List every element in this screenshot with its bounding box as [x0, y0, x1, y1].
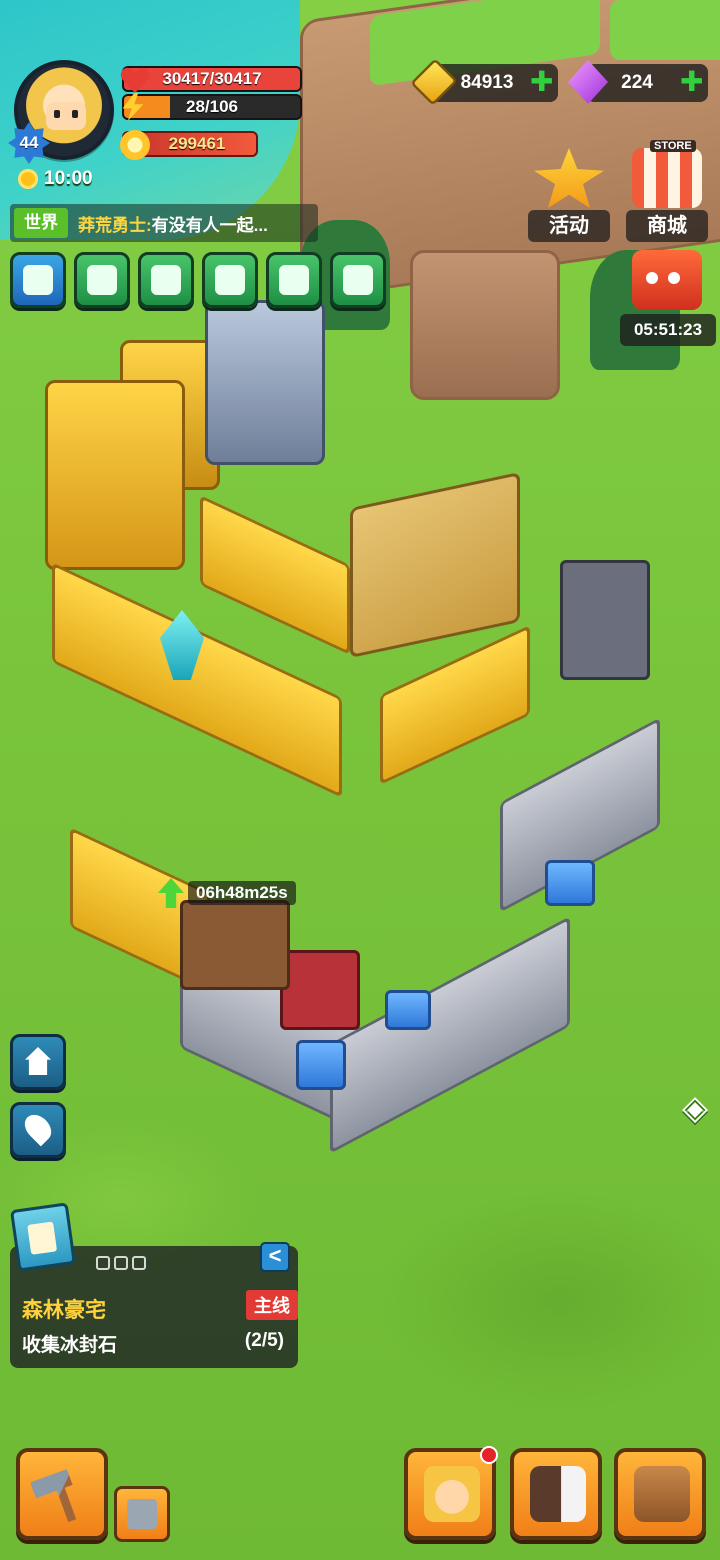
store-tag: STORE: [650, 140, 696, 152]
chat-channel[interactable]: 世界: [14, 208, 68, 238]
add-gem-button[interactable]: ✚: [680, 68, 703, 96]
castle-wall: [380, 625, 530, 785]
upgrade-timer-text: 06h48m25s: [188, 881, 296, 905]
power-icon: [120, 130, 150, 160]
avatar-face: [46, 102, 86, 130]
world-chat[interactable]: 世界 莽荒勇士: 有没有人一起...: [10, 204, 318, 242]
gift-button[interactable]: [626, 250, 708, 310]
tower-roof: [385, 990, 431, 1030]
chat-button[interactable]: [202, 252, 258, 308]
hp-value: 30417/30417: [162, 69, 262, 88]
map-grid-button[interactable]: [10, 252, 66, 308]
world-map-button[interactable]: [266, 252, 322, 308]
cliff-grass: [610, 0, 720, 60]
build-button[interactable]: [16, 1448, 108, 1540]
rock-block: [410, 250, 560, 400]
activity-button[interactable]: 活动: [528, 148, 610, 242]
bag-icon: [634, 1466, 690, 1522]
game-clock: 10:00: [18, 168, 93, 190]
store-label: 商城: [626, 210, 708, 242]
mail-button[interactable]: [74, 252, 130, 308]
arrow-up-icon: [158, 878, 184, 908]
locate-button[interactable]: [10, 1102, 66, 1158]
notification-dot: [480, 1446, 498, 1464]
pets-icon: [530, 1466, 586, 1522]
tower-roof: [296, 1040, 346, 1090]
pets-button[interactable]: [510, 1448, 602, 1540]
quest-page-dots: [96, 1256, 146, 1270]
store-icon: STORE: [632, 140, 702, 208]
tower-roof: [545, 860, 595, 906]
activity-label: 活动: [528, 210, 610, 242]
share-icon[interactable]: ◈: [682, 1088, 720, 1132]
tool-icon: [127, 1499, 157, 1529]
star-icon: [534, 148, 604, 208]
thatched-hut[interactable]: [350, 471, 520, 659]
castle-wall: [200, 495, 350, 655]
quest-task: 收集冰封石: [22, 1335, 118, 1356]
clock-time: 10:00: [44, 168, 93, 189]
castle-wall: [330, 916, 570, 1154]
upgrade-timer[interactable]: 06h48m25s: [158, 878, 296, 908]
chat-icon: [215, 265, 245, 295]
map-icon: [279, 265, 309, 295]
hero-icon: [424, 1466, 480, 1522]
quest-tag: 主线: [246, 1290, 298, 1320]
red-shrine[interactable]: [280, 950, 360, 1030]
stone-statue[interactable]: [205, 300, 325, 465]
home-button[interactable]: [10, 1034, 66, 1090]
chat-message: 有没有人一起...: [151, 215, 268, 235]
friends-button[interactable]: [138, 252, 194, 308]
store-button[interactable]: STORE 商城: [626, 140, 708, 242]
mail-icon: [87, 265, 117, 295]
chat-sender: 莽荒勇士:: [78, 215, 152, 235]
quest-title: 森林豪宅: [22, 1299, 106, 1322]
gold-statue[interactable]: [45, 380, 185, 570]
backpack-button[interactable]: [614, 1448, 706, 1540]
clipboard-icon: [343, 265, 373, 295]
add-gold-button[interactable]: ✚: [530, 68, 553, 96]
sun-icon: [18, 169, 38, 189]
energy-value: 28/106: [186, 97, 238, 116]
hero-button[interactable]: [404, 1446, 498, 1540]
gift-icon: [632, 250, 702, 310]
knight-hero[interactable]: [560, 560, 650, 680]
quest-scroll-icon[interactable]: [9, 1202, 77, 1272]
quest-progress: (2/5): [244, 1330, 284, 1351]
wooden-frame[interactable]: [180, 900, 290, 990]
home-icon: [25, 1047, 51, 1075]
pin-icon: [19, 1109, 57, 1147]
build-tool-button[interactable]: [114, 1486, 170, 1542]
hammer-icon: [28, 1458, 100, 1530]
energy-bar: 28/106: [122, 94, 302, 120]
quest-collapse-button[interactable]: <: [260, 1242, 290, 1272]
gift-timer: 05:51:23: [620, 314, 716, 346]
friends-icon: [151, 265, 181, 295]
hp-bar: 30417/30417: [122, 66, 302, 92]
clipboard-button[interactable]: [330, 252, 386, 308]
grid-icon: [23, 265, 53, 295]
